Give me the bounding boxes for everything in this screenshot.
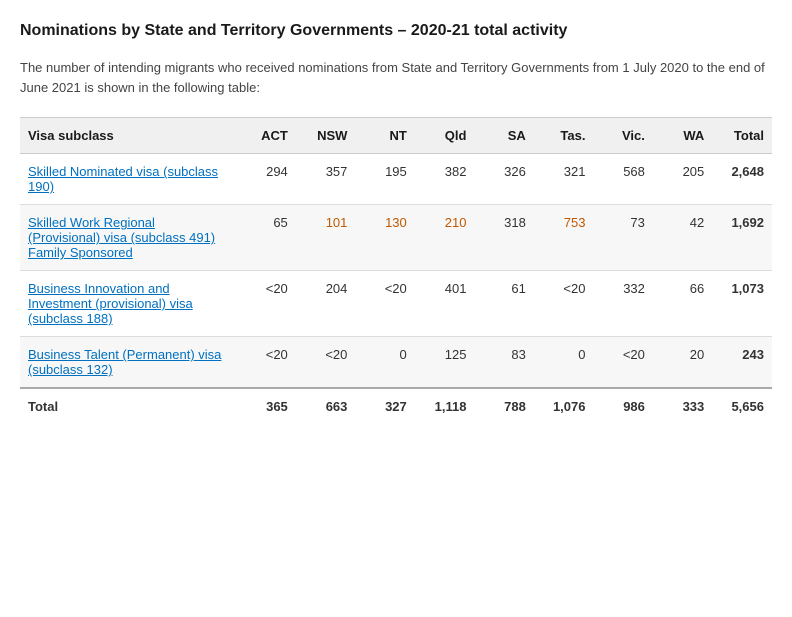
- row-2-wa: 66: [653, 271, 712, 337]
- page-title: Nominations by State and Territory Gover…: [20, 20, 772, 42]
- row-1-tas: 753: [534, 205, 594, 271]
- col-header-total: Total: [712, 118, 772, 154]
- footer-nt: 327: [355, 388, 414, 424]
- row-3-act: <20: [236, 337, 296, 389]
- row-3-nsw: <20: [296, 337, 356, 389]
- col-header-visa: Visa subclass: [20, 118, 236, 154]
- row-3-label: Business Talent (Permanent) visa (subcla…: [20, 337, 236, 389]
- col-header-sa: SA: [474, 118, 533, 154]
- visa-link-3[interactable]: Business Talent (Permanent) visa (subcla…: [28, 347, 221, 377]
- row-0-label: Skilled Nominated visa (subclass 190): [20, 154, 236, 205]
- row-0-tas: 321: [534, 154, 594, 205]
- footer-wa: 333: [653, 388, 712, 424]
- row-2-nsw: 204: [296, 271, 356, 337]
- row-1-qld: 210: [415, 205, 475, 271]
- footer-qld: 1,118: [415, 388, 475, 424]
- visa-link-0[interactable]: Skilled Nominated visa (subclass 190): [28, 164, 218, 194]
- row-1-nsw: 101: [296, 205, 356, 271]
- row-1-nt: 130: [355, 205, 414, 271]
- footer-act: 365: [236, 388, 296, 424]
- footer-label: Total: [20, 388, 236, 424]
- row-2-tas: <20: [534, 271, 594, 337]
- row-1-wa: 42: [653, 205, 712, 271]
- row-0-wa: 205: [653, 154, 712, 205]
- row-3-qld: 125: [415, 337, 475, 389]
- table-row: Business Talent (Permanent) visa (subcla…: [20, 337, 772, 389]
- row-0-total: 2,648: [712, 154, 772, 205]
- row-0-vic: 568: [593, 154, 652, 205]
- nominations-table: Visa subclass ACT NSW NT Qld SA Tas. Vic…: [20, 117, 772, 424]
- col-header-qld: Qld: [415, 118, 475, 154]
- col-header-nt: NT: [355, 118, 414, 154]
- row-0-act: 294: [236, 154, 296, 205]
- visa-link-1[interactable]: Skilled Work Regional (Provisional) visa…: [28, 215, 215, 260]
- description-text: The number of intending migrants who rec…: [20, 58, 772, 97]
- row-1-vic: 73: [593, 205, 652, 271]
- row-2-sa: 61: [474, 271, 533, 337]
- row-2-act: <20: [236, 271, 296, 337]
- row-1-label: Skilled Work Regional (Provisional) visa…: [20, 205, 236, 271]
- row-1-act: 65: [236, 205, 296, 271]
- col-header-tas: Tas.: [534, 118, 594, 154]
- row-3-wa: 20: [653, 337, 712, 389]
- table-row: Skilled Work Regional (Provisional) visa…: [20, 205, 772, 271]
- footer-total: 5,656: [712, 388, 772, 424]
- row-1-total: 1,692: [712, 205, 772, 271]
- row-3-total: 243: [712, 337, 772, 389]
- row-0-sa: 326: [474, 154, 533, 205]
- col-header-vic: Vic.: [593, 118, 652, 154]
- row-3-tas: 0: [534, 337, 594, 389]
- visa-link-2[interactable]: Business Innovation and Investment (prov…: [28, 281, 193, 326]
- table-footer-row: Total 365 663 327 1,118 788 1,076 986 33…: [20, 388, 772, 424]
- row-3-vic: <20: [593, 337, 652, 389]
- row-2-vic: 332: [593, 271, 652, 337]
- footer-vic: 986: [593, 388, 652, 424]
- row-2-label: Business Innovation and Investment (prov…: [20, 271, 236, 337]
- row-0-nsw: 357: [296, 154, 356, 205]
- footer-tas: 1,076: [534, 388, 594, 424]
- col-header-wa: WA: [653, 118, 712, 154]
- row-2-nt: <20: [355, 271, 414, 337]
- row-1-sa: 318: [474, 205, 533, 271]
- table-row: Business Innovation and Investment (prov…: [20, 271, 772, 337]
- footer-sa: 788: [474, 388, 533, 424]
- row-2-total: 1,073: [712, 271, 772, 337]
- row-0-nt: 195: [355, 154, 414, 205]
- col-header-act: ACT: [236, 118, 296, 154]
- table-row: Skilled Nominated visa (subclass 190) 294…: [20, 154, 772, 205]
- row-0-qld: 382: [415, 154, 475, 205]
- footer-nsw: 663: [296, 388, 356, 424]
- row-3-nt: 0: [355, 337, 414, 389]
- row-3-sa: 83: [474, 337, 533, 389]
- col-header-nsw: NSW: [296, 118, 356, 154]
- row-2-qld: 401: [415, 271, 475, 337]
